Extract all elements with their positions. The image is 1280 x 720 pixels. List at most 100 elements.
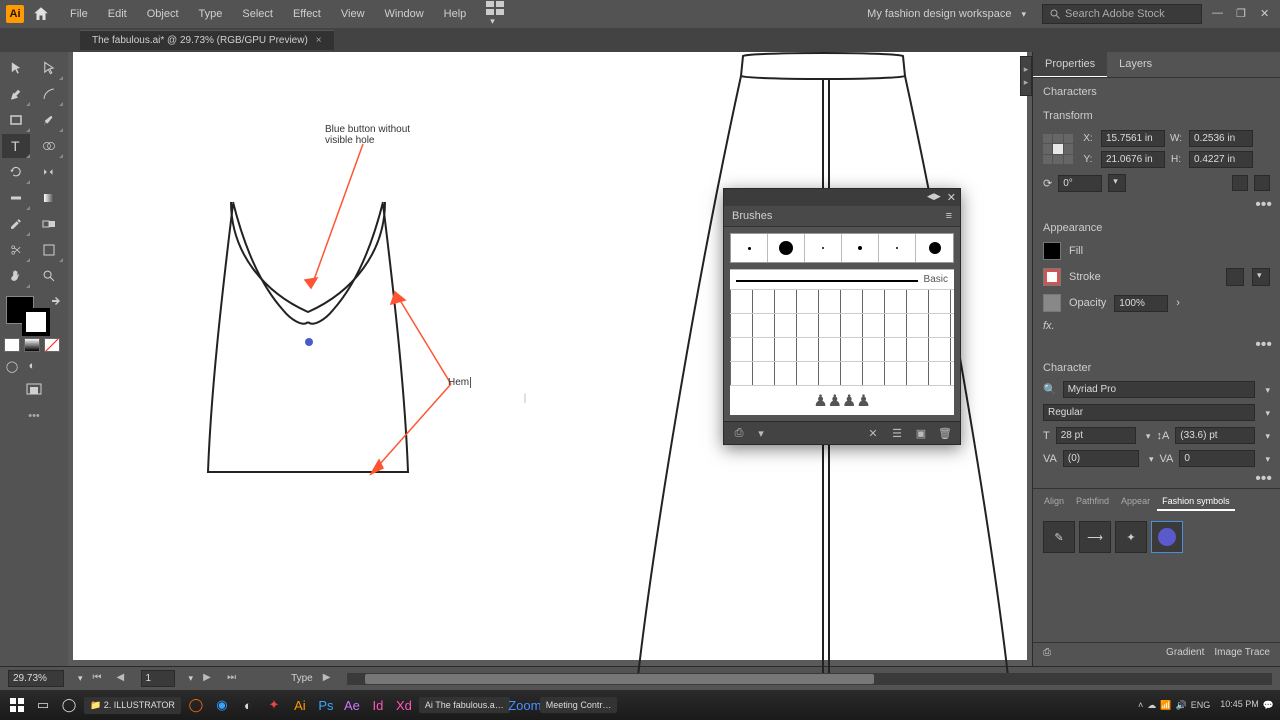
prev-artboard-icon[interactable]: ◀: [117, 672, 131, 686]
search-stock[interactable]: Search Adobe Stock: [1042, 4, 1202, 24]
workspace-switcher[interactable]: My fashion design workspace: [861, 6, 1032, 22]
window-close-icon[interactable]: ✕: [1260, 7, 1274, 21]
brush-options-icon[interactable]: ☰: [888, 425, 906, 441]
tab-appear[interactable]: Appear: [1116, 493, 1155, 511]
transform-w-input[interactable]: [1189, 130, 1253, 147]
menu-type[interactable]: Type: [191, 4, 231, 24]
taskbar-app-chrome[interactable]: ◐: [237, 694, 259, 716]
menu-select[interactable]: Select: [234, 4, 281, 24]
swap-fill-stroke-icon[interactable]: [50, 296, 62, 308]
brush-basic-row[interactable]: Basic: [730, 269, 954, 289]
remove-brush-stroke-icon[interactable]: ✕: [864, 425, 882, 441]
document-tab[interactable]: The fabulous.ai* @ 29.73% (RGB/GPU Previ…: [80, 30, 334, 50]
search-font-icon[interactable]: 🔍: [1043, 383, 1057, 396]
last-artboard-icon[interactable]: ⏭: [227, 672, 241, 686]
tray-wifi-icon[interactable]: 📶: [1160, 700, 1171, 711]
font-size-dropdown[interactable]: [1142, 430, 1151, 442]
tab-image-trace[interactable]: Image Trace: [1214, 647, 1270, 658]
kerning-input[interactable]: [1063, 450, 1139, 467]
draw-behind-icon[interactable]: ◐: [24, 358, 40, 374]
opacity-input[interactable]: [1114, 295, 1168, 312]
taskbar-doc[interactable]: Ai The fabulous.a…: [419, 697, 510, 713]
artboard-dropdown[interactable]: [185, 673, 194, 684]
menu-file[interactable]: File: [62, 4, 96, 24]
panel-close-icon[interactable]: ✕: [947, 191, 956, 204]
font-family-dropdown[interactable]: [1261, 384, 1270, 396]
stroke-profile-dropdown[interactable]: [1252, 268, 1270, 286]
color-mode-solid[interactable]: [4, 338, 20, 352]
taskview-icon[interactable]: ▭: [32, 694, 54, 716]
zoom-dropdown[interactable]: [74, 673, 83, 684]
tray-lang-icon[interactable]: ENG: [1191, 700, 1211, 710]
stroke-color-swatch[interactable]: [1043, 268, 1061, 286]
symbol-thumb-2[interactable]: ⟶: [1079, 521, 1111, 553]
direct-selection-tool[interactable]: [35, 56, 63, 80]
font-style-dropdown[interactable]: [1261, 407, 1270, 419]
font-family-input[interactable]: [1063, 381, 1256, 398]
opacity-swatch[interactable]: [1043, 294, 1061, 312]
tab-align[interactable]: Align: [1039, 493, 1069, 511]
fx-label[interactable]: fx.: [1033, 316, 1280, 336]
horizontal-scrollbar[interactable]: [347, 673, 1272, 685]
transform-y-input[interactable]: [1101, 151, 1165, 168]
stroke-swatch[interactable]: [22, 308, 50, 336]
delete-brush-icon[interactable]: 🗑: [936, 425, 954, 441]
symbol-thumb-3[interactable]: ✦: [1115, 521, 1147, 553]
taskbar-app-zoom[interactable]: Zoom: [514, 694, 536, 716]
rotate-dropdown[interactable]: [1108, 174, 1126, 192]
tracking-input[interactable]: [1179, 450, 1255, 467]
artboard-index-input[interactable]: [141, 670, 175, 687]
home-icon[interactable]: [32, 5, 50, 23]
symbol-thumb-1[interactable]: ✎: [1043, 521, 1075, 553]
zoom-tool[interactable]: [35, 264, 63, 288]
font-size-input[interactable]: [1056, 427, 1136, 444]
paintbrush-tool[interactable]: [35, 108, 63, 132]
tab-fashion-symbols[interactable]: Fashion symbols: [1157, 493, 1235, 511]
reflect-tool[interactable]: [35, 160, 63, 184]
window-min-icon[interactable]: —: [1212, 7, 1226, 21]
gradient-tool[interactable]: [35, 186, 63, 210]
rotate-tool[interactable]: [2, 160, 30, 184]
font-style-input[interactable]: [1043, 404, 1255, 421]
new-brush-icon[interactable]: ▣: [912, 425, 930, 441]
menu-object[interactable]: Object: [139, 4, 187, 24]
leading-input[interactable]: [1175, 427, 1255, 444]
menu-help[interactable]: Help: [436, 4, 475, 24]
zoom-input[interactable]: [8, 670, 64, 687]
panel-menu-icon[interactable]: ≡: [946, 210, 952, 222]
color-mode-gradient[interactable]: [24, 338, 40, 352]
annotation-hem-text[interactable]: Hem: [448, 377, 471, 388]
type-tool[interactable]: T: [2, 134, 30, 158]
appearance-more-icon[interactable]: •••: [1033, 336, 1280, 354]
brush-thumbnails[interactable]: [730, 233, 954, 263]
tray-chevron-icon[interactable]: ˄: [1138, 700, 1143, 710]
taskbar-app-creative[interactable]: ✦: [263, 694, 285, 716]
brush-stitch-rows[interactable]: ♟♟♟♟: [730, 289, 954, 415]
menu-edit[interactable]: Edit: [100, 4, 135, 24]
stroke-weight-stepper[interactable]: [1226, 268, 1244, 286]
tab-properties[interactable]: Properties: [1033, 52, 1107, 77]
tab-pathfinder[interactable]: Pathfind: [1071, 493, 1114, 511]
scissors-tool[interactable]: [2, 238, 30, 262]
eyedropper-tool[interactable]: [2, 212, 30, 236]
curvature-tool[interactable]: [35, 82, 63, 106]
width-tool[interactable]: [2, 186, 30, 210]
tray-cloud-icon[interactable]: ☁: [1147, 700, 1156, 711]
taskbar-app-ae[interactable]: Ae: [341, 694, 363, 716]
brush-zipper-row[interactable]: ♟♟♟♟: [730, 385, 954, 415]
taskbar-app-ai[interactable]: Ai: [289, 694, 311, 716]
shape-builder-tool[interactable]: [35, 134, 63, 158]
brush-libraries-menu-icon[interactable]: ▾: [752, 425, 770, 441]
symbol-thumb-4[interactable]: [1151, 521, 1183, 553]
taskbar-app-ps[interactable]: Ps: [315, 694, 337, 716]
start-menu-icon[interactable]: [6, 694, 28, 716]
taskbar-app-edge[interactable]: ◉: [211, 694, 233, 716]
draw-normal-icon[interactable]: ◯: [4, 358, 20, 374]
selection-tool[interactable]: [2, 56, 30, 80]
screen-mode-icon[interactable]: [2, 378, 66, 402]
status-dropdown-icon[interactable]: ▶: [323, 672, 337, 686]
tray-clock[interactable]: 10:45 PM: [1220, 700, 1259, 710]
transform-x-input[interactable]: [1101, 130, 1165, 147]
flip-vertical-icon[interactable]: [1254, 175, 1270, 191]
tray-notifications-icon[interactable]: 💬: [1263, 700, 1274, 711]
